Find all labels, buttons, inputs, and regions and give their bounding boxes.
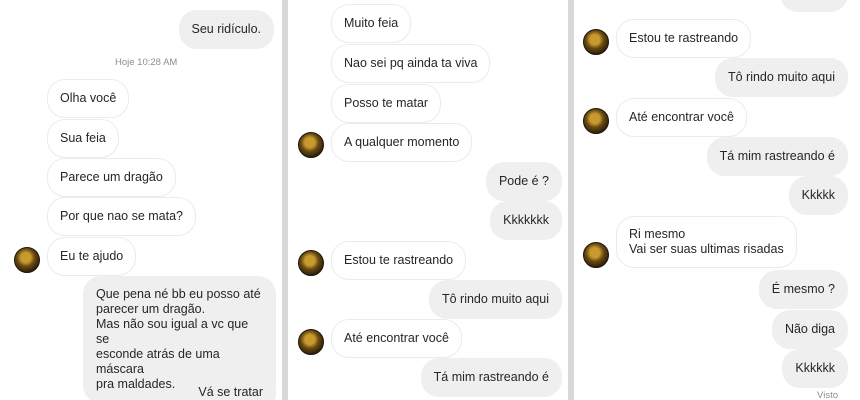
- message-bubble[interactable]: Seu ridículo.: [178, 10, 274, 49]
- chat-panel-2[interactable]: Muito feia Nao sei pq ainda ta viva Poss…: [288, 0, 568, 400]
- message-bubble[interactable]: Tô rindo muito aqui: [714, 58, 848, 97]
- avatar[interactable]: [14, 247, 40, 273]
- message-bubble[interactable]: Estou te rastreando: [616, 19, 752, 58]
- message-bubble[interactable]: Não diga: [771, 310, 848, 349]
- seen-label: Visto: [817, 390, 838, 400]
- message-bubble[interactable]: É mesmo ?: [758, 270, 848, 309]
- avatar[interactable]: [298, 329, 324, 355]
- chat-panel-3[interactable]: Estou te rastreando Tô rindo muito aqui …: [574, 0, 860, 400]
- message-bubble[interactable]: Até encontrar você: [616, 98, 747, 137]
- message-bubble[interactable]: Posso te matar: [331, 84, 442, 123]
- message-bubble[interactable]: Por que nao se mata?: [47, 197, 196, 236]
- screenshot-collage: Seu ridículo. Hoje 10:28 AM Olha você Su…: [0, 0, 860, 400]
- avatar[interactable]: [298, 250, 324, 276]
- message-bubble[interactable]: Pode é ?: [485, 162, 562, 201]
- message-bubble[interactable]: Tá mim rastreando é: [420, 358, 562, 397]
- avatar[interactable]: [298, 132, 324, 158]
- timestamp: Hoje 10:28 AM: [115, 57, 178, 68]
- chat-panel-1[interactable]: Seu ridículo. Hoje 10:28 AM Olha você Su…: [0, 0, 282, 400]
- avatar[interactable]: [583, 29, 609, 55]
- message-bubble[interactable]: Olha você: [47, 79, 130, 118]
- message-bubble[interactable]: Estou te rastreando: [331, 241, 467, 280]
- message-bubble[interactable]: Kkkkk: [788, 176, 848, 215]
- message-bubble[interactable]: Até encontrar você: [331, 319, 462, 358]
- avatar[interactable]: [583, 108, 609, 134]
- message-bubble[interactable]: Parece um dragão: [47, 158, 176, 197]
- message-bubble[interactable]: Nao sei pq ainda ta viva: [331, 44, 491, 83]
- message-bubble[interactable]: Eu te ajudo: [47, 237, 137, 276]
- message-bubble[interactable]: Kkkkkk: [782, 349, 848, 388]
- message-bubble[interactable]: Kkkkkkk: [490, 201, 562, 240]
- message-bubble[interactable]: Muito feia: [331, 4, 412, 43]
- message-bubble[interactable]: Tá mim rastreando é: [706, 137, 848, 176]
- message-bubble[interactable]: Vá se tratar: [185, 373, 276, 400]
- message-bubble[interactable]: A qualquer momento: [331, 123, 473, 162]
- message-bubble-partial: [780, 0, 848, 12]
- message-bubble[interactable]: Sua feia: [47, 119, 119, 158]
- message-bubble[interactable]: Tô rindo muito aqui: [428, 280, 562, 319]
- avatar[interactable]: [583, 242, 609, 268]
- message-bubble[interactable]: Ri mesmo Vai ser suas ultimas risadas: [616, 216, 797, 268]
